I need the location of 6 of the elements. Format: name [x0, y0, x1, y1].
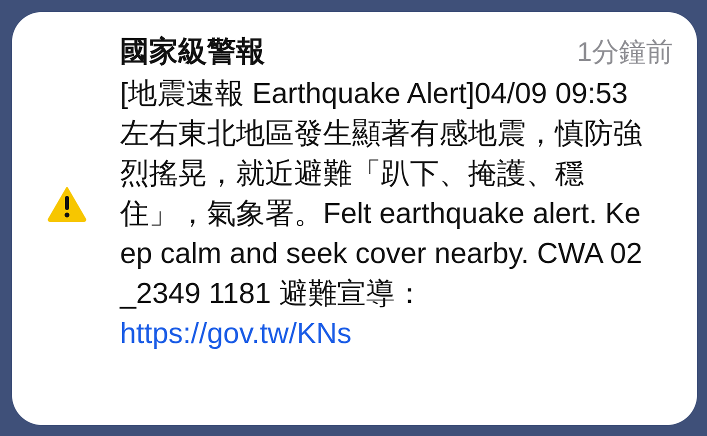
notification-time: 1分鐘前 [576, 36, 673, 69]
notification-card[interactable]: 國家級警報 1分鐘前 [地震速報 Earthquake Alert]04/09 09:53左右東北地區發生顯著有感地震，慎防強烈搖晃，就近避難「趴下、掩護、穩住」，氣象署。Felt earthquake alert. Keep calm and seek cover nearby. CWA 02_2349 1181 避難宣導： https://gov.tw/KNs [12, 12, 697, 425]
notification-title: 國家級警報 [120, 34, 265, 70]
link[interactable]: https://gov.tw/KNs [120, 318, 352, 350]
notification-message: [地震速報 Earthquake Alert]04/09 09:53左右東北地區發生顯著有感地震，慎防強烈搖晃，就近避難「趴下、掩護、穩住」，氣象署。Felt earthquake alert. Keep calm and seek cover nearby. CWA 02_2349 1181 避難宣導： https://gov.tw/KNs [120, 77, 644, 352]
warning-icon [47, 186, 87, 222]
